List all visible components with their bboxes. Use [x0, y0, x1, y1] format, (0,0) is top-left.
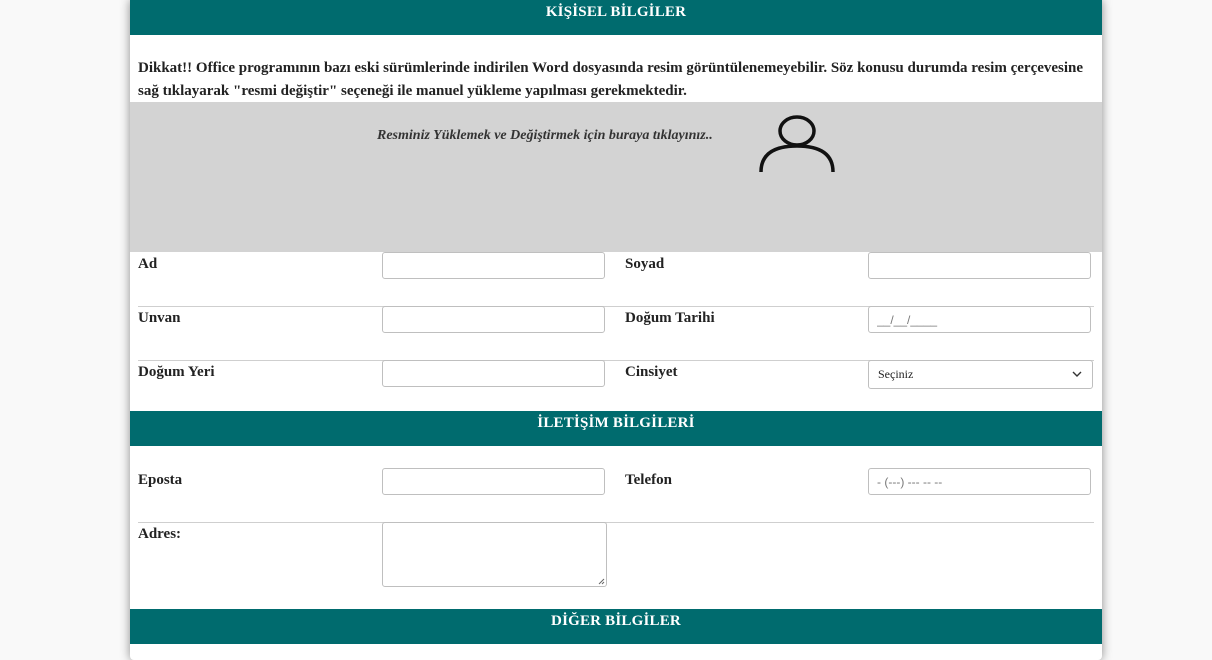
photo-warning-text: Dikkat!! Office programının bazı eski sü… [138, 57, 1094, 103]
dogum-yeri-label: Doğum Yeri [138, 364, 215, 380]
row-eposta-telefon: Eposta Telefon [138, 468, 1094, 523]
warning-line-1: Dikkat!! Office programının bazı eski sü… [138, 60, 1084, 76]
ad-input[interactable] [382, 252, 605, 279]
section-header-other: DİĞER BİLGİLER [130, 609, 1102, 644]
adres-label: Adres: [138, 526, 182, 542]
photo-upload-area[interactable]: Resminiz Yüklemek ve Değiştirmek için bu… [130, 102, 1102, 252]
warning-line-2: sağ tıklayarak "resmi değiştir" seçeneği… [138, 83, 687, 99]
row-unvan-dogum-tarihi: Unvan Doğum Tarihi [138, 306, 1094, 361]
dogum-tarihi-label: Doğum Tarihi [625, 310, 715, 326]
cinsiyet-select[interactable]: Seçiniz [868, 360, 1093, 389]
eposta-label: Eposta [138, 472, 183, 488]
dogum-yeri-input[interactable] [382, 360, 605, 387]
cinsiyet-selected-value: Seçiniz [878, 367, 914, 381]
row-adres: Adres: [138, 522, 1094, 592]
adres-textarea[interactable] [382, 522, 607, 587]
chevron-down-icon [1072, 371, 1082, 377]
ad-label: Ad [138, 256, 158, 272]
section-header-personal: KİŞİSEL BİLGİLER [130, 0, 1102, 35]
cinsiyet-label: Cinsiyet [625, 364, 678, 380]
resize-grip-icon[interactable] [597, 577, 605, 585]
unvan-label: Unvan [138, 310, 181, 326]
eposta-input[interactable] [382, 468, 605, 495]
soyad-input[interactable] [868, 252, 1091, 279]
row-dogum-yeri-cinsiyet: Doğum Yeri Cinsiyet Seçiniz [138, 360, 1094, 414]
telefon-label: Telefon [625, 472, 672, 488]
section-header-contact: İLETİŞİM BİLGİLERİ [130, 411, 1102, 446]
row-ad-soyad: Ad Soyad [138, 252, 1094, 307]
telefon-input[interactable] [868, 468, 1091, 495]
soyad-label: Soyad [625, 256, 665, 272]
form-card: KİŞİSEL BİLGİLER Dikkat!! Office program… [130, 0, 1102, 660]
user-icon[interactable] [758, 110, 838, 172]
unvan-input[interactable] [382, 306, 605, 333]
dogum-tarihi-input[interactable] [868, 306, 1091, 333]
photo-upload-prompt: Resminiz Yüklemek ve Değiştirmek için bu… [377, 128, 713, 143]
